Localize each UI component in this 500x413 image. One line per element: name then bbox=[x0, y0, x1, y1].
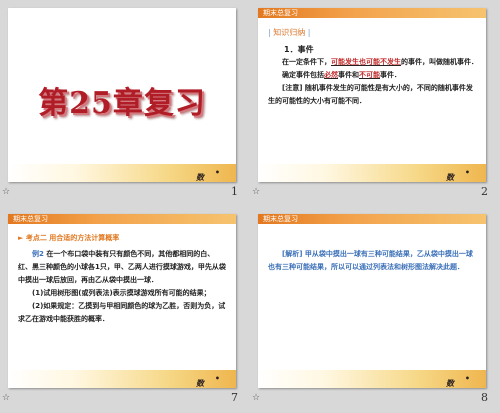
slide-number: 8 bbox=[481, 391, 488, 404]
slide-thumbnail-8[interactable]: 期末总复习 [解析] 甲从袋中摸出一球有三种可能结果，乙从袋中摸出一球也有三种可… bbox=[250, 206, 500, 412]
slide-thumbnail-2[interactable]: 期末总复习 | 知识归纳 | 1．事件 在一定条件下，可能发生也可能不发生的事件… bbox=[250, 0, 500, 206]
note-text: [注意] 随机事件发生的可能性是有大小的，不同的随机事件发生的可能性的大小有可能… bbox=[268, 84, 473, 105]
slide-1: 第25章复习 数学 • bbox=[8, 8, 236, 182]
slide-footer: 数学 • bbox=[258, 164, 486, 182]
slide-header: 期末总复习 bbox=[258, 8, 486, 18]
example-label: 例2 bbox=[32, 250, 44, 258]
analysis-text: [解析] 甲从袋中摸出一球有三种可能结果，乙从袋中摸出一球也有三种可能结果，所以… bbox=[268, 250, 473, 271]
slide-number: 2 bbox=[481, 185, 488, 198]
animation-star-icon[interactable]: ☆ bbox=[252, 393, 260, 403]
slide-thumbnail-7[interactable]: 期末总复习 ► 考点二 用合适的方法计算概率 例2 在一个布口袋中装有只有颜色不… bbox=[0, 206, 250, 412]
slide-caption: ☆ 7 bbox=[0, 390, 250, 410]
slide-7: 期末总复习 ► 考点二 用合适的方法计算概率 例2 在一个布口袋中装有只有颜色不… bbox=[8, 214, 236, 388]
slide-header: 期末总复习 bbox=[8, 214, 236, 224]
chapter-title: 第25章复习 bbox=[38, 86, 206, 121]
slide-thumbnail-1[interactable]: 第25章复习 数学 • ☆ 1 bbox=[0, 0, 250, 206]
slide-caption: ☆ 1 bbox=[0, 184, 250, 204]
slide-8: 期末总复习 [解析] 甲从袋中摸出一球有三种可能结果，乙从袋中摸出一球也有三种可… bbox=[258, 214, 486, 388]
slide-header: 期末总复习 bbox=[258, 214, 486, 224]
topic-heading: ► 考点二 用合适的方法计算概率 bbox=[18, 234, 120, 242]
animation-star-icon[interactable]: ☆ bbox=[2, 393, 10, 403]
animation-star-icon[interactable]: ☆ bbox=[252, 187, 260, 197]
slide-footer: 数学 • bbox=[8, 164, 236, 182]
animation-star-icon[interactable]: ☆ bbox=[2, 187, 10, 197]
definition-text: 在一定条件下，可能发生也可能不发生的事件，叫做随机事件． bbox=[282, 58, 478, 66]
footer-brand: 数学 • bbox=[196, 374, 220, 388]
footer-brand: 数学 • bbox=[446, 374, 470, 388]
item-heading: 1．事件 bbox=[284, 45, 314, 54]
slide-number: 7 bbox=[231, 391, 238, 404]
section-label: | 知识归纳 | bbox=[268, 28, 311, 37]
slide-caption: ☆ 8 bbox=[250, 390, 500, 410]
slide-2: 期末总复习 | 知识归纳 | 1．事件 在一定条件下，可能发生也可能不发生的事件… bbox=[258, 8, 486, 182]
question-2: (2)如果规定：乙摸到与甲相同颜色的球为乙胜，否则为负，试求乙在游戏中能获胜的概… bbox=[18, 302, 226, 323]
question-1: (1)试用树形图(或列表法)表示摸球游戏所有可能的结果； bbox=[32, 289, 211, 297]
footer-brand: 数学 • bbox=[446, 168, 470, 182]
slide-number: 1 bbox=[231, 185, 238, 198]
slide-footer: 数学 • bbox=[8, 370, 236, 388]
slide-content: [解析] 甲从袋中摸出一球有三种可能结果，乙从袋中摸出一球也有三种可能结果，所以… bbox=[268, 248, 478, 274]
definition-text-2: 确定事件包括必然事件和不可能事件． bbox=[282, 71, 401, 79]
slide-content: | 知识归纳 | 1．事件 在一定条件下，可能发生也可能不发生的事件，叫做随机事… bbox=[268, 26, 478, 108]
example-text: 例2 在一个布口袋中装有只有颜色不同，其他都相同的白、红、黑三种颜色的小球各1只… bbox=[18, 250, 226, 284]
slide-content: ► 考点二 用合适的方法计算概率 例2 在一个布口袋中装有只有颜色不同，其他都相… bbox=[18, 232, 228, 326]
arrow-icon: ► bbox=[18, 234, 26, 242]
slide-footer: 数学 • bbox=[258, 370, 486, 388]
slide-caption: ☆ 2 bbox=[250, 184, 500, 204]
footer-brand: 数学 • bbox=[196, 168, 220, 182]
